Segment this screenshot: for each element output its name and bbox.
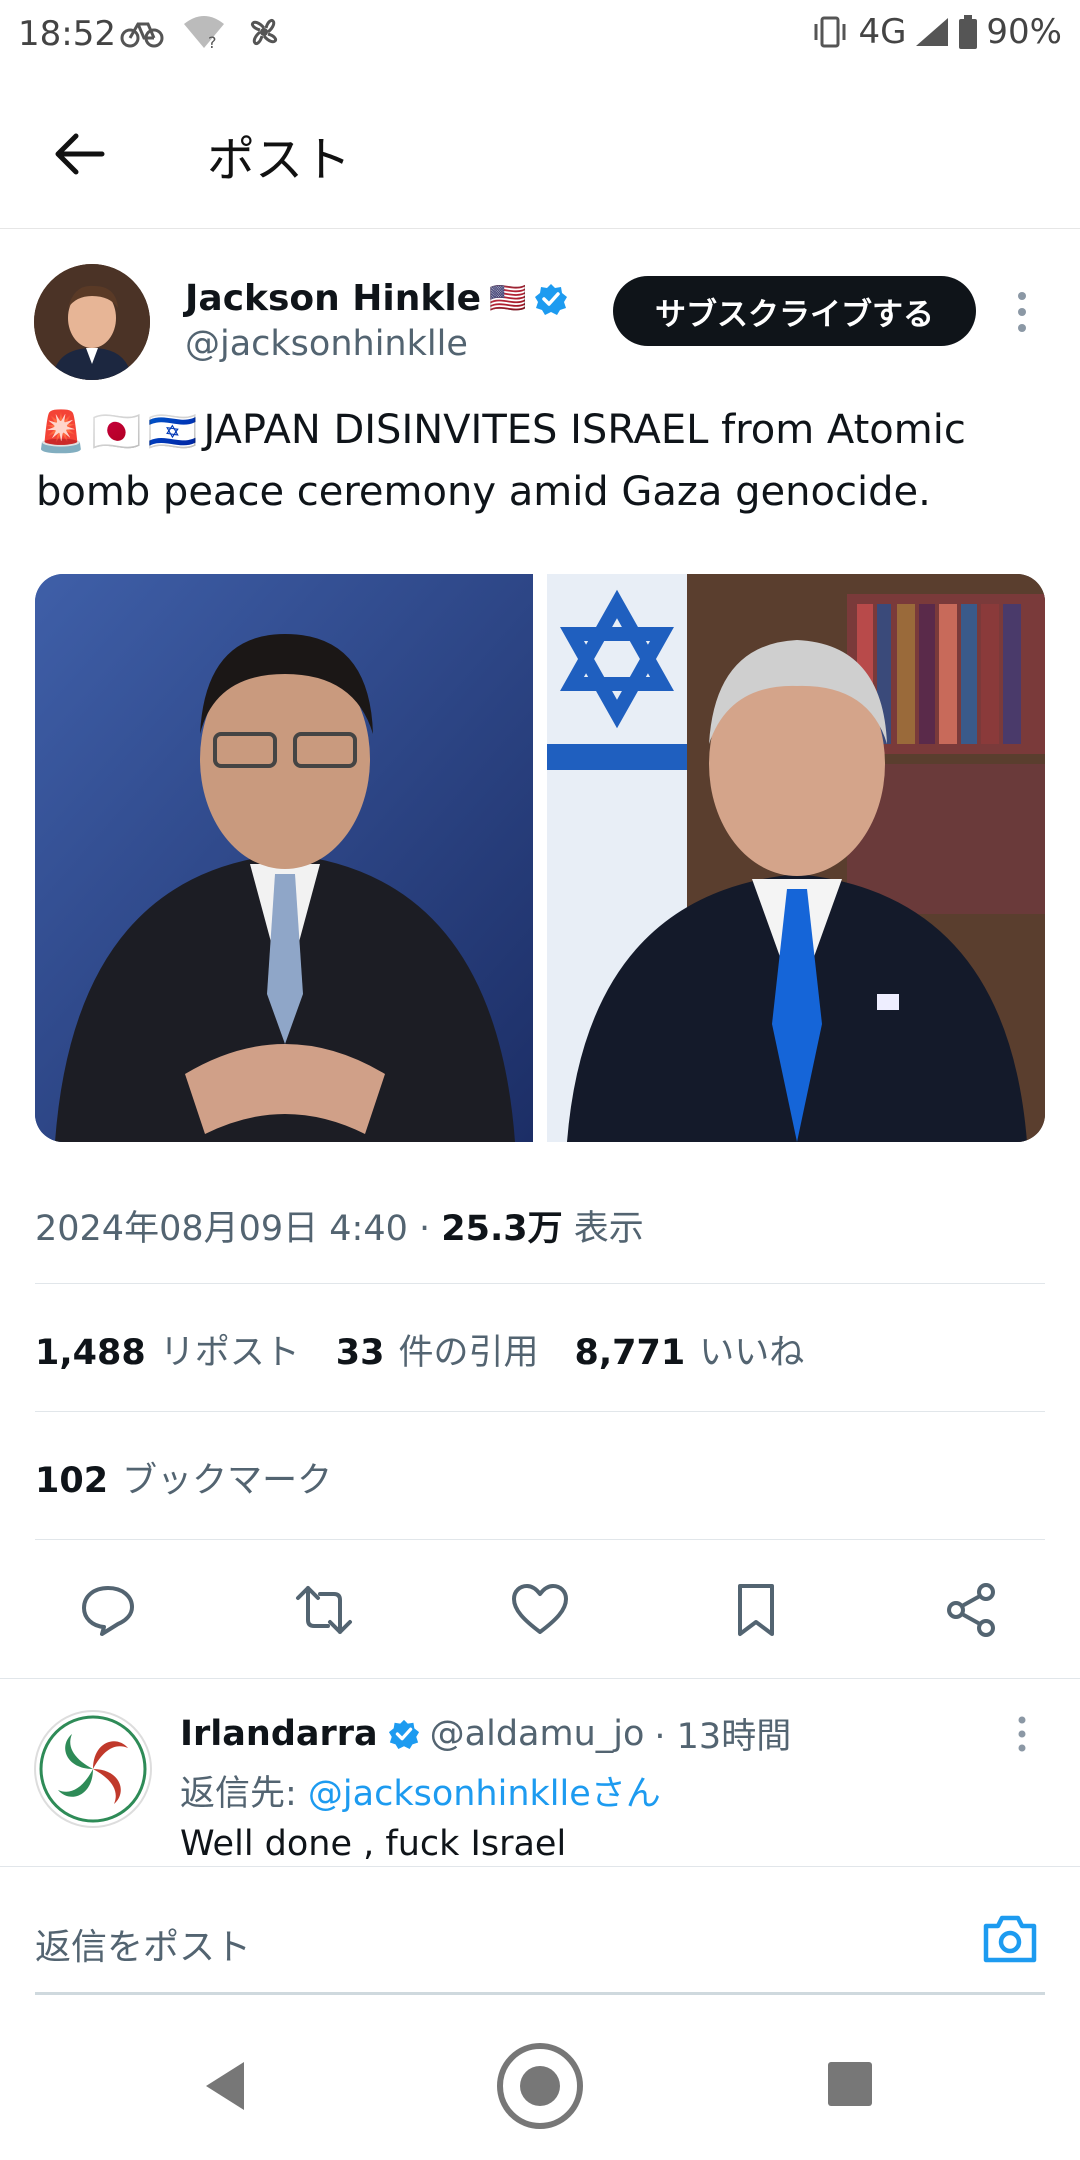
likes-label: いいね bbox=[699, 1333, 805, 1373]
system-nav-bar bbox=[0, 2020, 1080, 2160]
views-label: 表示 bbox=[573, 1209, 644, 1249]
share-icon[interactable] bbox=[942, 1580, 1002, 1640]
reply-to: 返信先: @jacksonhinklleさん bbox=[180, 1765, 661, 1816]
verified-badge-icon bbox=[388, 1718, 420, 1750]
wifi-unknown-icon: ? bbox=[182, 12, 226, 52]
more-options-icon[interactable] bbox=[1010, 290, 1034, 334]
japan-flag-emoji: 🇯🇵 bbox=[91, 409, 142, 455]
tweet-datetime: 2024年08月09日 4:40 bbox=[35, 1209, 408, 1249]
status-time: 18:52 bbox=[18, 14, 116, 54]
author-name[interactable]: Jackson Hinkle bbox=[185, 278, 481, 319]
vibrate-icon bbox=[810, 14, 850, 50]
divider bbox=[35, 1283, 1045, 1284]
fan-icon bbox=[244, 12, 284, 52]
action-bar bbox=[0, 1570, 1080, 1650]
israel-flag-emoji: 🇮🇱 bbox=[147, 409, 198, 455]
reply-compose-input[interactable]: 返信をポスト bbox=[35, 1918, 251, 1970]
quotes-label: 件の引用 bbox=[398, 1333, 539, 1373]
views-count: 25.3万 bbox=[441, 1209, 563, 1249]
page-title: ポスト bbox=[207, 132, 352, 188]
quotes-stat[interactable]: 33 件の引用 bbox=[336, 1324, 539, 1375]
tweet-text: 🚨 🇯🇵 🇮🇱 JAPAN DISINVITES ISRAEL from Atomic… bbox=[36, 400, 1046, 522]
likes-stat[interactable]: 8,771 いいね bbox=[574, 1324, 804, 1375]
bookmarks-stat[interactable]: 102 ブックマーク bbox=[35, 1452, 332, 1503]
status-left-icons: ? bbox=[120, 12, 284, 52]
bookmarks-count: 102 bbox=[35, 1461, 109, 1501]
network-type: 4G bbox=[858, 12, 907, 52]
subscribe-button[interactable]: サブスクライブする bbox=[613, 276, 976, 346]
nav-recents-icon[interactable] bbox=[826, 2060, 874, 2112]
like-icon[interactable] bbox=[510, 1580, 570, 1640]
back-arrow-icon[interactable] bbox=[50, 124, 110, 184]
reply-author-handle[interactable]: @aldamu_jo bbox=[430, 1714, 645, 1754]
reply-avatar[interactable] bbox=[34, 1710, 152, 1828]
quotes-count: 33 bbox=[335, 1333, 385, 1373]
repost-icon[interactable] bbox=[294, 1580, 354, 1640]
likes-count: 8,771 bbox=[574, 1333, 686, 1373]
reply-to-prefix: 返信先: bbox=[180, 1774, 308, 1814]
bookmark-icon[interactable] bbox=[726, 1580, 786, 1640]
reply-time: · 13時間 bbox=[654, 1717, 792, 1757]
verified-badge-icon bbox=[534, 282, 568, 316]
tweet-image-left[interactable] bbox=[35, 574, 533, 1142]
nav-back-icon[interactable] bbox=[200, 2058, 250, 2118]
reply-header: Irlandarra @aldamu_jo · 13時間 bbox=[180, 1708, 791, 1759]
compose-divider bbox=[0, 1866, 1080, 1867]
siren-emoji: 🚨 bbox=[36, 409, 86, 455]
app-header: ポスト bbox=[0, 72, 1080, 229]
tweet-image-right[interactable] bbox=[547, 574, 1045, 1142]
author-handle[interactable]: @jacksonhinklle bbox=[185, 324, 468, 364]
engagement-stats: 1,488 リポスト 33 件の引用 8,771 いいね bbox=[35, 1324, 804, 1375]
reply-text: Well done , fuck Israel bbox=[180, 1824, 567, 1864]
status-right: 4G 90% bbox=[810, 12, 1062, 52]
svg-text:?: ? bbox=[208, 33, 217, 52]
divider bbox=[35, 1411, 1045, 1412]
author-avatar[interactable] bbox=[34, 264, 150, 380]
reply-author-name[interactable]: Irlandarra bbox=[180, 1714, 378, 1754]
nav-home-icon[interactable] bbox=[494, 2040, 586, 2136]
status-bar: 18:52 ? 4G 90% bbox=[0, 0, 1080, 72]
author-name-row[interactable]: Jackson Hinkle 🇺🇸 bbox=[185, 278, 568, 319]
reposts-label: リポスト bbox=[159, 1333, 300, 1373]
bike-icon bbox=[120, 12, 164, 52]
reply-icon[interactable] bbox=[78, 1580, 138, 1640]
section-divider bbox=[0, 1678, 1080, 1679]
battery-level: 90% bbox=[986, 12, 1062, 52]
reposts-count: 1,488 bbox=[35, 1333, 146, 1373]
divider bbox=[35, 1539, 1045, 1540]
reply-more-options-icon[interactable] bbox=[1010, 1714, 1034, 1754]
tweet-meta: 2024年08月09日 4:40 · 25.3万 表示 bbox=[35, 1209, 644, 1249]
signal-icon bbox=[914, 16, 950, 48]
compose-underline bbox=[35, 1992, 1045, 1995]
reposts-stat[interactable]: 1,488 リポスト bbox=[35, 1324, 300, 1375]
battery-icon bbox=[958, 15, 978, 49]
us-flag-icon: 🇺🇸 bbox=[489, 281, 527, 316]
reply-to-link[interactable]: @jacksonhinklleさん bbox=[308, 1774, 661, 1814]
camera-icon[interactable] bbox=[980, 1910, 1040, 1966]
bookmarks-label: ブックマーク bbox=[122, 1461, 333, 1501]
